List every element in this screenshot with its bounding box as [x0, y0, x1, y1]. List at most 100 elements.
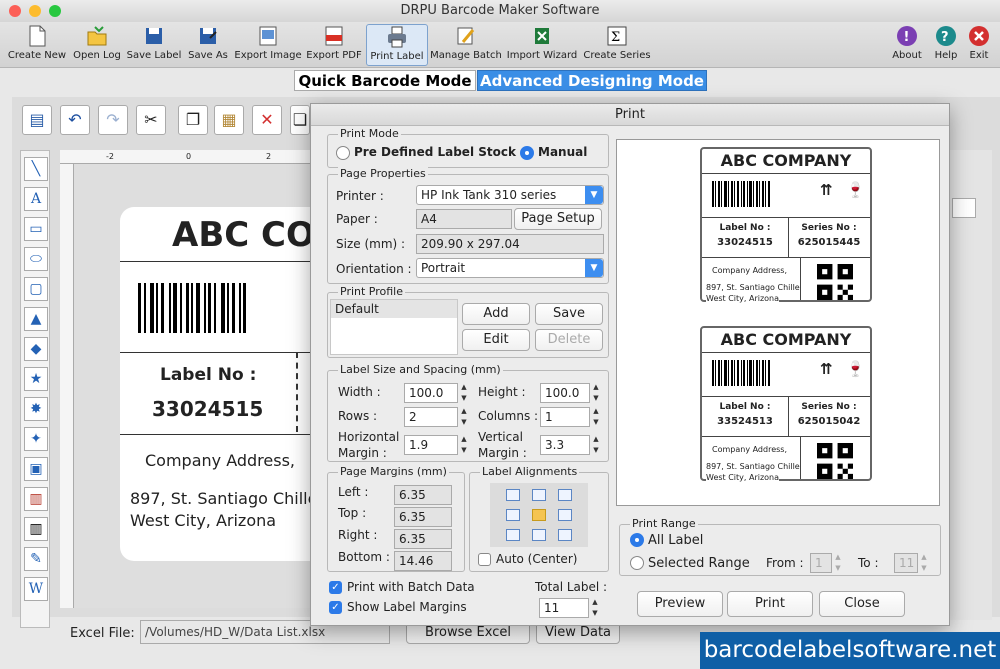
profile-list[interactable]: Default — [330, 299, 458, 355]
print-button[interactable]: Print — [727, 591, 813, 617]
list-item[interactable]: Default — [331, 300, 457, 318]
selected-range-label: Selected Range — [648, 556, 750, 571]
selected-range-radio[interactable] — [630, 556, 644, 570]
printer-select[interactable]: HP Ink Tank 310 series ▼ — [416, 185, 604, 205]
align-bottom-left-icon[interactable] — [506, 529, 520, 541]
picture-tool[interactable]: ▣ — [24, 457, 48, 481]
rows-field[interactable]: 2 — [404, 407, 458, 427]
hmargin-stepper[interactable]: ▲ ▼ — [459, 434, 469, 456]
all-label-radio[interactable] — [630, 533, 644, 547]
auto-center-checkbox[interactable] — [478, 553, 491, 566]
diamond-tool[interactable]: ◆ — [24, 337, 48, 361]
save-as-button[interactable]: Save As — [184, 24, 232, 66]
zoom-window-button[interactable] — [49, 5, 61, 17]
to-field[interactable]: 11 — [894, 553, 918, 573]
align-middle-right-icon[interactable] — [558, 509, 572, 521]
width-field[interactable]: 100.0 — [404, 383, 458, 403]
properties-button[interactable]: ▤ — [22, 105, 52, 135]
barcode-tool[interactable]: ▥ — [24, 517, 48, 541]
help-button[interactable]: ? Help — [930, 24, 962, 66]
orientation-select[interactable]: Portrait ▼ — [416, 258, 604, 278]
manage-batch-button[interactable]: Manage Batch — [430, 24, 502, 66]
to-stepper[interactable]: ▲ ▼ — [919, 552, 929, 574]
ellipse-tool[interactable]: ⬭ — [24, 247, 48, 271]
align-middle-left-icon[interactable] — [506, 509, 520, 521]
print-batch-checkbox[interactable]: ✓ — [329, 581, 342, 594]
quick-mode-tab[interactable]: Quick Barcode Mode — [294, 70, 476, 91]
advanced-mode-tab[interactable]: Advanced Designing Mode — [477, 70, 707, 91]
align-top-right-icon[interactable] — [558, 489, 572, 501]
app-window: { "window":{"title":"DRPU Barcode Maker … — [0, 0, 1000, 669]
vmargin-field[interactable]: 3.3 — [540, 435, 590, 455]
save-profile-button[interactable]: Save — [535, 303, 603, 325]
rows-stepper[interactable]: ▲ ▼ — [459, 406, 469, 428]
columns-stepper[interactable]: ▲ ▼ — [591, 406, 601, 428]
align-top-left-icon[interactable] — [506, 489, 520, 501]
preview-series-no: 625015042 — [797, 416, 861, 427]
create-series-button[interactable]: Σ Create Series — [582, 24, 652, 66]
preview-company: ABC COMPANY — [720, 330, 852, 349]
add-profile-button[interactable]: Add — [462, 303, 530, 325]
import-wizard-button[interactable]: Import Wizard — [504, 24, 580, 66]
align-top-center-icon[interactable] — [532, 489, 546, 501]
line-tool[interactable]: ╲ — [24, 157, 48, 181]
hmargin-field[interactable]: 1.9 — [404, 435, 458, 455]
from-stepper[interactable]: ▲ ▼ — [833, 552, 843, 574]
cross-tool[interactable]: ✦ — [24, 427, 48, 451]
print-label-button[interactable]: Print Label — [366, 24, 428, 66]
manual-radio[interactable] — [520, 146, 534, 160]
burst-tool[interactable]: ✸ — [24, 397, 48, 421]
undo-button[interactable]: ↶ — [60, 105, 90, 135]
cut-button[interactable]: ✂ — [136, 105, 166, 135]
margin-bottom-field[interactable]: 14.46 — [394, 551, 452, 571]
open-log-button[interactable]: Open Log — [70, 24, 124, 66]
more-tool-button[interactable]: ❏ — [290, 105, 310, 135]
close-window-button[interactable] — [9, 5, 21, 17]
copy-button[interactable]: ❐ — [178, 105, 208, 135]
exit-button[interactable]: Exit — [964, 24, 994, 66]
watermark-tool[interactable]: W — [24, 577, 48, 601]
delete-profile-button[interactable]: Delete — [535, 329, 603, 351]
page-properties-title: Page Properties — [338, 167, 428, 180]
columns-field[interactable]: 1 — [540, 407, 590, 427]
minimize-window-button[interactable] — [29, 5, 41, 17]
vmargin-stepper[interactable]: ▲ ▼ — [591, 434, 601, 456]
create-new-button[interactable]: Create New — [6, 24, 68, 66]
margin-right-field[interactable]: 6.35 — [394, 529, 452, 549]
text-tool[interactable]: A — [24, 187, 48, 211]
predefined-radio[interactable] — [336, 146, 350, 160]
paste-button[interactable]: ▦ — [214, 105, 244, 135]
total-label-stepper[interactable]: ▲ ▼ — [590, 597, 600, 619]
width-stepper[interactable]: ▲ ▼ — [459, 382, 469, 404]
close-button[interactable]: Close — [819, 591, 905, 617]
delete-button[interactable]: ✕ — [252, 105, 282, 135]
edit-profile-button[interactable]: Edit — [462, 329, 530, 351]
show-margins-checkbox[interactable]: ✓ — [329, 601, 342, 614]
export-pdf-button[interactable]: Export PDF — [304, 24, 364, 66]
align-bottom-right-icon[interactable] — [558, 529, 572, 541]
margin-bottom-label: Bottom : — [338, 550, 390, 564]
align-bottom-center-icon[interactable] — [532, 529, 546, 541]
page-setup-button[interactable]: Page Setup — [514, 208, 602, 230]
preview-button[interactable]: Preview — [637, 591, 723, 617]
redo-button[interactable]: ↷ — [98, 105, 128, 135]
signature-tool[interactable]: ✎ — [24, 547, 48, 571]
help-icon: ? — [936, 26, 956, 46]
total-label-field[interactable]: 11 — [539, 598, 589, 618]
margin-top-field[interactable]: 6.35 — [394, 507, 452, 527]
rectangle-tool[interactable]: ▭ — [24, 217, 48, 241]
export-image-button[interactable]: Export Image — [234, 24, 302, 66]
align-center-icon[interactable] — [532, 509, 546, 521]
star-tool[interactable]: ★ — [24, 367, 48, 391]
from-field[interactable]: 1 — [810, 553, 832, 573]
margin-left-field[interactable]: 6.35 — [394, 485, 452, 505]
library-tool[interactable]: ▥ — [24, 487, 48, 511]
label-design[interactable]: ABC COMPANY Label No : 33024515 Company … — [120, 207, 320, 561]
save-label-button[interactable]: Save Label — [126, 24, 182, 66]
height-field[interactable]: 100.0 — [540, 383, 590, 403]
height-stepper[interactable]: ▲ ▼ — [591, 382, 601, 404]
rounded-rect-tool[interactable]: ▢ — [24, 277, 48, 301]
about-button[interactable]: ! About — [890, 24, 924, 66]
right-panel-field[interactable] — [952, 198, 976, 218]
triangle-tool[interactable]: ▲ — [24, 307, 48, 331]
